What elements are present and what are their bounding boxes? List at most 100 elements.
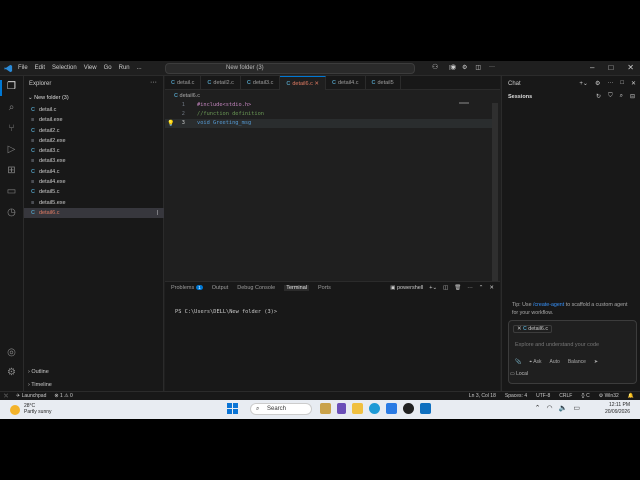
store-icon[interactable] xyxy=(386,403,397,414)
editor-tab[interactable]: Cdetail4.c xyxy=(326,76,366,90)
close-panel-icon[interactable]: ✕ xyxy=(489,285,494,291)
editor-tab[interactable]: Cdetail5 xyxy=(366,76,401,90)
breadcrumb[interactable]: C detail6.c xyxy=(174,93,200,99)
extensions-icon[interactable]: ⊞ xyxy=(5,164,18,177)
menu-selection[interactable]: Selection xyxy=(52,65,77,71)
send-icon[interactable]: ➤ xyxy=(594,359,598,365)
news-widget-icon[interactable] xyxy=(320,403,331,414)
wifi-icon[interactable]: ◠ xyxy=(547,404,553,412)
more-actions-icon[interactable]: ··· xyxy=(489,64,495,71)
terminal-prompt[interactable]: PS C:\Users\DELL\New folder (3)> xyxy=(175,309,277,315)
tab-debug-console[interactable]: Debug Console xyxy=(237,285,275,291)
editor-tab[interactable]: Cdetail2.c xyxy=(201,76,241,90)
editor-tab[interactable]: Cdetail3.c xyxy=(241,76,281,90)
editor-tab[interactable]: Cdetail.c xyxy=(165,76,202,90)
minimap[interactable] xyxy=(459,102,469,104)
tab-terminal[interactable]: Terminal xyxy=(284,285,309,291)
launchpad[interactable]: ✈ Launchpad xyxy=(16,393,46,399)
manage-gear-icon[interactable]: ⚙ xyxy=(5,366,18,379)
file-item[interactable]: ≡ detail.exe xyxy=(24,115,164,125)
start-button[interactable] xyxy=(227,403,238,414)
context-chip[interactable]: ✕ C detail6.c xyxy=(513,325,552,333)
cursor-position[interactable]: Ln 3, Col 18 xyxy=(469,393,496,399)
file-item[interactable]: ≡ detail4.exe xyxy=(24,177,164,187)
collapse-icon[interactable]: ⊟ xyxy=(630,93,635,100)
edge-icon[interactable] xyxy=(369,403,380,414)
file-item[interactable]: ≡ detail5.exe xyxy=(24,198,164,208)
filter-icon[interactable]: ⛉ xyxy=(608,93,613,100)
menu-more[interactable]: ... xyxy=(137,65,142,71)
file-explorer-icon[interactable] xyxy=(352,403,363,414)
mode-ask[interactable]: ⌖ Ask xyxy=(529,359,541,365)
indentation[interactable]: Spaces: 4 xyxy=(505,393,527,399)
close-icon[interactable]: ✕ xyxy=(627,63,634,72)
menu-go[interactable]: Go xyxy=(104,65,112,71)
chat-more-icon[interactable]: ··· xyxy=(607,80,613,87)
volume-icon[interactable]: 🔈 xyxy=(559,404,568,412)
task-view-icon[interactable] xyxy=(337,403,346,414)
code-editor[interactable]: 1 #include<stdio.h> 2 //function definit… xyxy=(165,101,495,128)
tip-command-link[interactable]: /create-agent xyxy=(533,302,564,308)
remote-icon[interactable]: ⤬ xyxy=(4,393,8,399)
copilot-icon[interactable]: ⚇ xyxy=(432,63,438,71)
outline-section[interactable]: › Outline xyxy=(28,369,49,375)
battery-icon[interactable]: ▭ xyxy=(573,404,580,412)
search-icon[interactable]: ⌕ xyxy=(5,101,18,114)
menu-run[interactable]: Run xyxy=(119,65,130,71)
vscode-taskbar-icon[interactable] xyxy=(420,403,431,414)
terminal-shell[interactable]: ▣ powershell xyxy=(390,285,423,291)
file-item[interactable]: Cdetail5.c xyxy=(24,187,164,197)
file-item[interactable]: Cdetail.c xyxy=(24,105,164,115)
local-toggle[interactable]: ▭ Local xyxy=(510,371,528,377)
file-item[interactable]: Cdetail3.c xyxy=(24,146,164,156)
mode-balance[interactable]: Balance xyxy=(568,359,586,365)
tab-ports[interactable]: Ports xyxy=(318,285,331,291)
clock[interactable]: 12:11 PM 20/09/2026 xyxy=(605,402,630,416)
account-icon[interactable]: ◎ xyxy=(5,346,18,359)
command-center[interactable]: New folder (3) xyxy=(165,63,415,74)
explorer-icon[interactable]: ❐ xyxy=(5,80,18,93)
mode-auto[interactable]: Auto xyxy=(550,359,560,365)
explorer-more-icon[interactable]: ··· xyxy=(150,79,157,86)
menu-edit[interactable]: Edit xyxy=(35,65,45,71)
tab-output[interactable]: Output xyxy=(212,285,229,291)
close-tab-icon[interactable]: ✕ xyxy=(313,81,319,87)
vscode-logo-icon[interactable] xyxy=(4,64,13,73)
chat-close-icon[interactable]: ✕ xyxy=(631,80,636,87)
file-item[interactable]: Cdetail6.c | xyxy=(24,207,164,219)
menu-view[interactable]: View xyxy=(84,65,97,71)
platform[interactable]: ⚙ Win32 xyxy=(599,393,619,399)
chat-maximize-icon[interactable]: □ xyxy=(620,80,624,87)
refresh-icon[interactable]: ↻ xyxy=(596,93,601,100)
split-editor-icon[interactable]: ◫ xyxy=(475,64,481,71)
maximize-icon[interactable]: □ xyxy=(608,63,613,72)
language-mode[interactable]: {} C xyxy=(581,393,589,399)
minimize-icon[interactable]: – xyxy=(590,63,594,72)
editor-tab-active[interactable]: Cdetail6.c ✕ xyxy=(280,76,327,90)
remote-explorer-icon[interactable]: ▭ xyxy=(5,185,18,198)
run-debug-icon[interactable]: ▷ xyxy=(5,143,18,156)
timeline-section[interactable]: › Timeline xyxy=(28,382,52,388)
maximize-panel-icon[interactable]: ⌃ xyxy=(479,285,484,291)
tray-chevron-icon[interactable]: ⌃ xyxy=(535,404,541,412)
kill-terminal-icon[interactable]: 🗑 xyxy=(454,285,461,291)
folder-header[interactable]: ⌄ New folder (3) xyxy=(28,95,69,101)
tab-problems[interactable]: Problems 1 xyxy=(171,285,203,291)
settings-icon[interactable]: ⚙ xyxy=(462,64,467,71)
weather-widget[interactable]: 28°C Partly sunny xyxy=(10,403,52,415)
file-item[interactable]: ≡ detail3.exe xyxy=(24,156,164,166)
remove-context-icon[interactable]: ✕ xyxy=(517,326,521,332)
new-chat-icon[interactable]: +⌄ xyxy=(579,80,588,87)
notifications-icon[interactable]: 🔔 xyxy=(628,393,634,399)
chat-settings-icon[interactable]: ⚙ xyxy=(595,80,600,87)
app-icon[interactable] xyxy=(403,403,414,414)
attach-icon[interactable]: 📎 xyxy=(515,359,521,365)
file-item[interactable]: Cdetail2.c xyxy=(24,126,164,136)
encoding[interactable]: UTF-8 xyxy=(536,393,550,399)
source-control-icon[interactable]: ⑂ xyxy=(5,122,18,135)
run-file-icon[interactable]: ▷ xyxy=(449,64,454,71)
menu-file[interactable]: File xyxy=(18,65,28,71)
file-item[interactable]: ≡ detail2.exe xyxy=(24,136,164,146)
search-sessions-icon[interactable]: ⌕ xyxy=(620,93,623,100)
taskbar-search[interactable]: ⌕ Search xyxy=(250,403,312,415)
